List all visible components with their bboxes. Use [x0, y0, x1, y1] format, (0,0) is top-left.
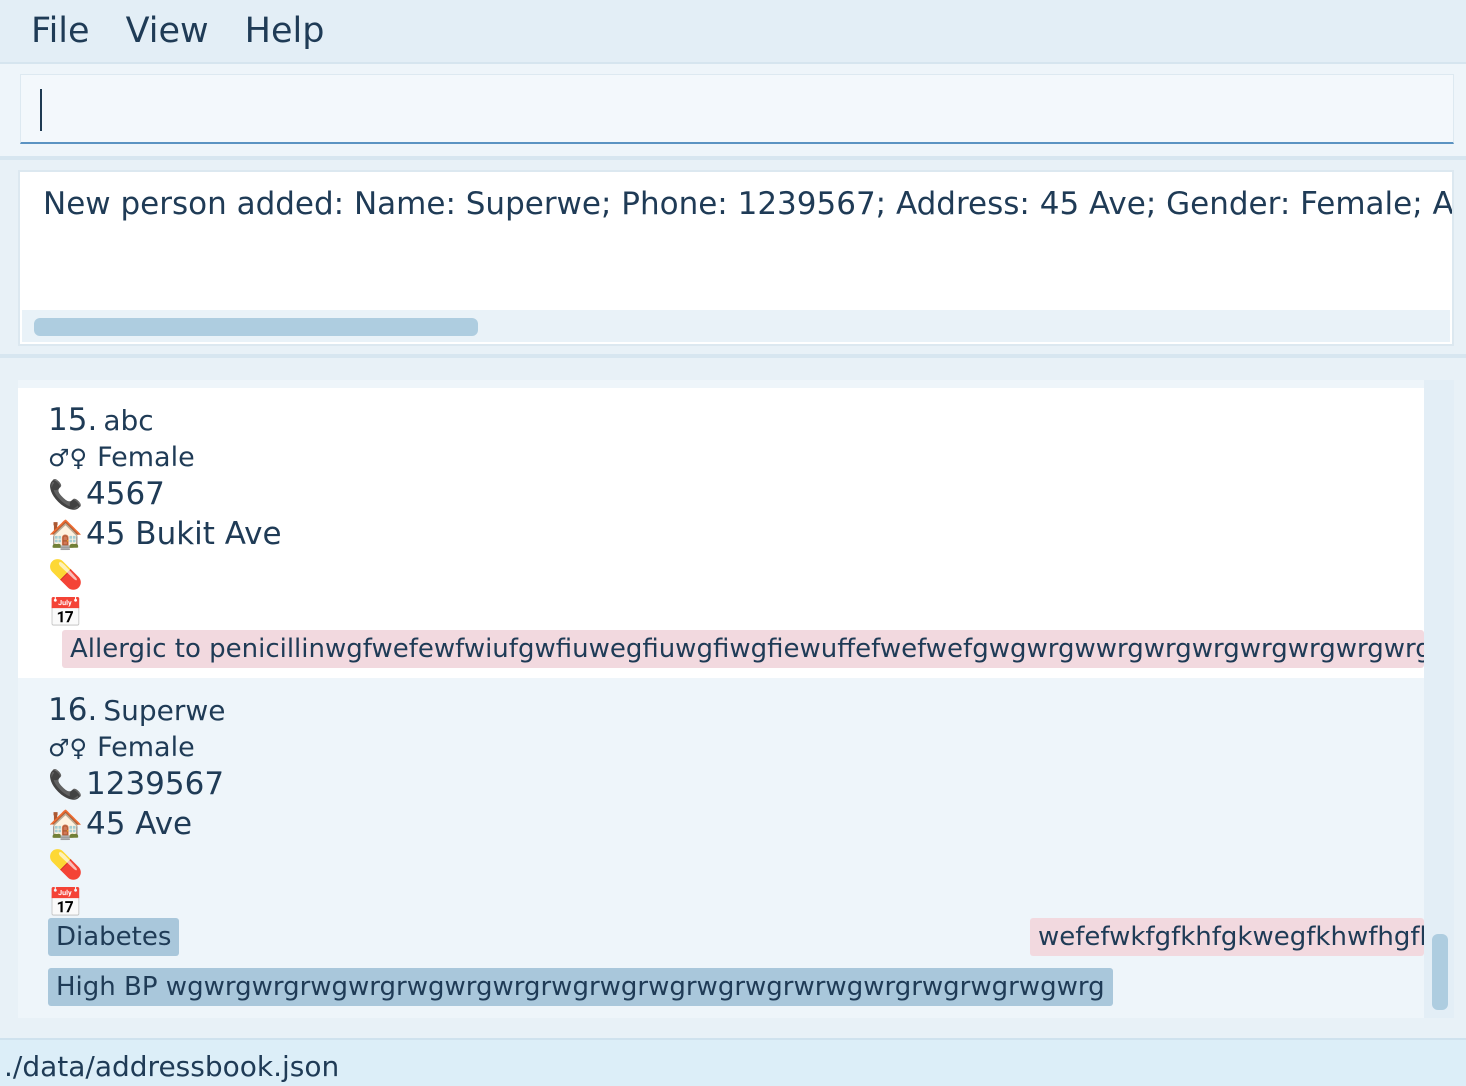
text-caret	[40, 89, 42, 131]
list-vertical-scrollbar[interactable]	[1424, 380, 1454, 1018]
divider	[0, 354, 1466, 358]
menu-bar: File View Help	[0, 0, 1466, 64]
phone-icon: 📞	[48, 478, 83, 511]
person-appointment-row: 📅	[48, 884, 86, 920]
person-phone-row: 📞 1239567	[48, 766, 224, 802]
person-medication-row: 💊	[48, 846, 86, 882]
allergy-tag: wefefwkfgfkhfgkwegfkhwfhgfkhf	[1030, 918, 1424, 956]
person-index: 15.	[48, 402, 98, 438]
person-address: 45 Ave	[86, 806, 193, 842]
person-list[interactable]: 15. abc ♂♀ Female 📞 4567 🏠 45 Bukit Ave 💊 📅 …	[18, 380, 1454, 1018]
command-box	[0, 64, 1466, 156]
person-card[interactable]: 16. Superwe ♂♀ Female 📞 1239567 🏠 45 Ave 💊 📅…	[18, 678, 1424, 1018]
house-icon: 🏠	[48, 808, 83, 841]
person-card[interactable]: 15. abc ♂♀ Female 📞 4567 🏠 45 Bukit Ave 💊 📅 …	[18, 388, 1424, 678]
house-icon: 🏠	[48, 518, 83, 551]
person-header: 15. abc	[48, 402, 154, 438]
menu-file[interactable]: File	[31, 11, 90, 51]
person-name: Superwe	[103, 694, 226, 727]
pill-icon: 💊	[48, 558, 83, 591]
allergy-tag: Allergic to penicillinwgfwefewfwiufgwfiu…	[62, 630, 1424, 668]
person-name: abc	[103, 404, 154, 437]
person-gender: Female	[97, 732, 195, 763]
result-display[interactable]: New person added: Name: Superwe; Phone: …	[18, 170, 1454, 346]
menu-view[interactable]: View	[126, 11, 209, 51]
status-bar: ./data/addressbook.json	[0, 1038, 1466, 1086]
pill-icon: 💊	[48, 848, 83, 881]
save-location: ./data/addressbook.json	[4, 1050, 340, 1083]
person-address-row: 🏠 45 Bukit Ave	[48, 516, 282, 552]
person-phone: 1239567	[86, 766, 225, 802]
phone-icon: 📞	[48, 768, 83, 801]
person-phone-row: 📞 4567	[48, 476, 165, 512]
calendar-icon: 📅	[48, 596, 83, 629]
person-index: 16.	[48, 692, 98, 728]
person-address: 45 Bukit Ave	[86, 516, 282, 552]
person-header: 16. Superwe	[48, 692, 225, 728]
command-input[interactable]	[20, 74, 1454, 144]
condition-tag: Diabetes	[48, 918, 180, 956]
person-gender: Female	[97, 442, 195, 473]
scrollbar-thumb[interactable]	[34, 318, 478, 336]
condition-tag: High BP wgwrgwrgrwgwrgrwgwrgwrgrwgrwgrwg…	[48, 968, 1113, 1006]
person-address-row: 🏠 45 Ave	[48, 806, 192, 842]
calendar-icon: 📅	[48, 886, 83, 919]
gender-icon: ♂♀	[48, 734, 88, 762]
person-medication-row: 💊	[48, 556, 86, 592]
person-gender-row: ♂♀ Female	[48, 442, 195, 473]
divider	[0, 156, 1466, 160]
result-horizontal-scrollbar[interactable]	[22, 310, 1450, 342]
result-message: New person added: Name: Superwe; Phone: …	[43, 186, 1454, 222]
gender-icon: ♂♀	[48, 444, 88, 472]
person-gender-row: ♂♀ Female	[48, 732, 195, 763]
scrollbar-thumb[interactable]	[1432, 934, 1448, 1010]
person-phone: 4567	[86, 476, 165, 512]
person-appointment-row: 📅	[48, 594, 86, 630]
menu-help[interactable]: Help	[245, 11, 325, 51]
